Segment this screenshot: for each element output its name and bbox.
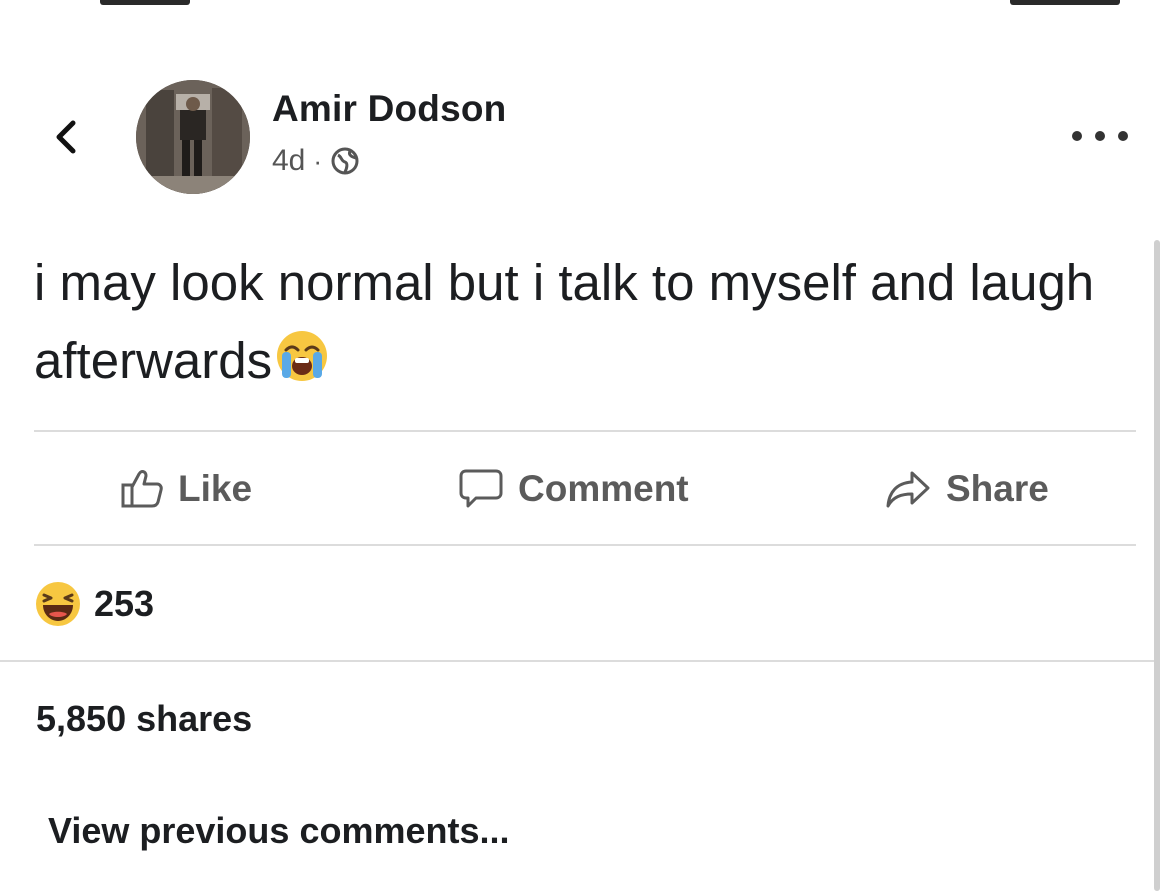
scrollbar[interactable] bbox=[1154, 240, 1160, 891]
haha-reaction-icon bbox=[36, 582, 80, 626]
share-label: Share bbox=[946, 468, 1049, 509]
avatar[interactable] bbox=[136, 80, 250, 194]
action-bar: Like Comment Share bbox=[34, 434, 1136, 544]
divider bbox=[34, 430, 1136, 432]
more-options-button[interactable] bbox=[1072, 122, 1128, 150]
meta-separator: · bbox=[313, 145, 323, 176]
globe-icon[interactable] bbox=[330, 146, 360, 176]
post-text: i may look normal but i talk to myself a… bbox=[34, 254, 1095, 389]
status-icons-fragment bbox=[1010, 0, 1120, 5]
post-page: Amir Dodson 4d · i may look normal but i… bbox=[0, 0, 1170, 891]
post-body: i may look normal but i talk to myself a… bbox=[34, 244, 1134, 406]
comment-label: Comment bbox=[518, 468, 689, 509]
like-label: Like bbox=[178, 468, 253, 509]
share-arrow-icon bbox=[886, 471, 930, 508]
comment-button[interactable]: Comment bbox=[458, 434, 689, 544]
post-time[interactable]: 4d bbox=[272, 144, 305, 178]
more-dot-icon bbox=[1072, 131, 1082, 141]
status-time-fragment bbox=[100, 0, 190, 5]
loudly-crying-face-emoji bbox=[274, 328, 330, 406]
more-dot-icon bbox=[1118, 131, 1128, 141]
reaction-count: 253 bbox=[94, 583, 155, 624]
like-button[interactable]: Like bbox=[120, 434, 252, 544]
more-dot-icon bbox=[1095, 131, 1105, 141]
share-button[interactable]: Share bbox=[884, 434, 1049, 544]
chevron-left-icon bbox=[56, 120, 76, 154]
comment-bubble-icon bbox=[459, 469, 503, 508]
divider bbox=[0, 660, 1156, 662]
view-previous-comments-link[interactable]: View previous comments... bbox=[48, 810, 510, 852]
status-bar bbox=[0, 0, 1170, 14]
post-meta: 4d · bbox=[272, 144, 360, 178]
shares-count[interactable]: 5,850 shares bbox=[36, 698, 252, 740]
divider bbox=[34, 544, 1136, 546]
avatar-photo bbox=[136, 80, 250, 194]
thumbs-up-icon bbox=[121, 470, 163, 508]
reactions-summary[interactable]: 253 bbox=[34, 580, 154, 628]
back-button[interactable] bbox=[46, 112, 86, 162]
author-name[interactable]: Amir Dodson bbox=[272, 88, 506, 130]
